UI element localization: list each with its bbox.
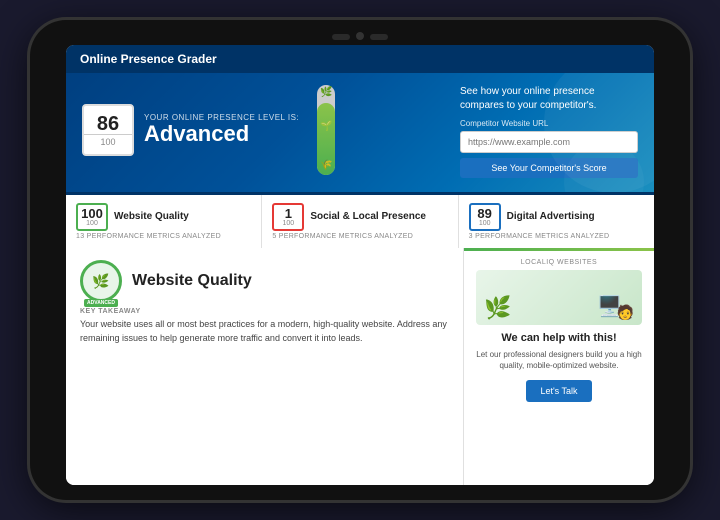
metric-analyzed-digital: 3 Performance Metrics Analyzed — [469, 233, 644, 240]
metric-analyzed-social: 5 Performance Metrics Analyzed — [272, 233, 447, 240]
metric-top-social: 1 100 Social & Local Presence — [272, 203, 447, 231]
metric-denom-website-quality: 100 — [86, 220, 98, 227]
competitor-score-button[interactable]: See Your Competitor's Score — [460, 158, 638, 178]
wq-key-takeaway-label: KEY TAKEAWAY — [80, 308, 449, 315]
overall-score-value: 86 — [97, 114, 119, 134]
hero-right: See how your online presence compares to… — [448, 85, 638, 178]
wq-header: 🌿 ADVANCED Website Quality — [80, 260, 449, 302]
metric-cell-website-quality: 100 100 Website Quality 13 Performance M… — [66, 195, 262, 248]
app-header: Online Presence Grader — [66, 45, 654, 73]
level-container: Your Online Presence Level Is: Advanced — [144, 113, 299, 146]
metric-score-digital: 89 — [477, 207, 491, 220]
app-title: Online Presence Grader — [80, 52, 217, 66]
gauge-container: 🌿 🌱 🌾 — [317, 85, 335, 175]
metrics-row: 100 100 Website Quality 13 Performance M… — [66, 192, 654, 248]
gauge-mid-icon: 🌱 — [320, 121, 332, 132]
promo-image-area: 🌿 🖥️ 🧑 — [476, 270, 642, 325]
tablet-device: Online Presence Grader 86 100 Your Onlin… — [30, 20, 690, 500]
promo-person-icon: 🧑 — [617, 304, 634, 321]
hero-left: 86 100 Your Online Presence Level Is: Ad… — [82, 85, 448, 175]
gauge-track: 🌿 🌱 🌾 — [317, 85, 335, 175]
metric-denom-social: 100 — [282, 220, 294, 227]
metric-top-digital: 89 100 Digital Advertising — [469, 203, 644, 231]
wq-badge-leaf-icon: 🌿 — [92, 273, 109, 290]
metric-top-website-quality: 100 100 Website Quality — [76, 203, 251, 231]
bottom-section: 🌿 ADVANCED Website Quality KEY TAKEAWAY … — [66, 248, 654, 485]
metric-score-website-quality: 100 — [81, 207, 103, 220]
wq-badge: 🌿 ADVANCED — [80, 260, 122, 302]
overall-score-denom: 100 — [84, 134, 132, 147]
overall-score-box: 86 100 — [82, 104, 134, 156]
promo-text: Let our professional designers build you… — [476, 349, 642, 371]
metric-denom-digital: 100 — [479, 220, 491, 227]
competitor-heading: See how your online presence compares to… — [460, 85, 638, 113]
tablet-speaker-right — [370, 34, 388, 40]
tablet-speaker-left — [332, 34, 350, 40]
metric-cell-digital: 89 100 Digital Advertising 3 Performance… — [459, 195, 654, 248]
metric-analyzed-website-quality: 13 Performance Metrics Analyzed — [76, 233, 251, 240]
metric-name-social: Social & Local Presence — [310, 211, 426, 223]
wq-title: Website Quality — [132, 272, 252, 290]
metric-name-digital: Digital Advertising — [507, 211, 595, 223]
promo-heading: We can help with this! — [476, 331, 642, 345]
promo-brand: LOCALIQ WEBSITES — [476, 259, 642, 266]
website-quality-panel: 🌿 ADVANCED Website Quality KEY TAKEAWAY … — [66, 248, 464, 485]
level-value: Advanced — [144, 122, 299, 146]
promo-top-bar — [464, 248, 654, 251]
gauge-top-icon: 🌿 — [320, 87, 332, 98]
gauge-bottom-icon: 🌾 — [320, 160, 332, 171]
tablet-screen: Online Presence Grader 86 100 Your Onlin… — [66, 45, 654, 485]
promo-cta-button[interactable]: Let's Talk — [526, 380, 591, 402]
tablet-camera — [356, 32, 364, 40]
wq-takeaway-text: Your website uses all or most best pract… — [80, 318, 449, 345]
metric-cell-social: 1 100 Social & Local Presence 5 Performa… — [262, 195, 458, 248]
competitor-url-label: Competitor Website URL — [460, 119, 638, 128]
wq-badge-label: ADVANCED — [84, 299, 118, 307]
metric-name-website-quality: Website Quality — [114, 211, 189, 223]
metric-score-social: 1 — [285, 207, 292, 220]
promo-plant-icon: 🌿 — [484, 295, 511, 321]
competitor-url-input[interactable] — [460, 131, 638, 153]
metric-score-box-digital: 89 100 — [469, 203, 501, 231]
metric-score-box-social: 1 100 — [272, 203, 304, 231]
hero-section: 86 100 Your Online Presence Level Is: Ad… — [66, 73, 654, 192]
promo-panel: LOCALIQ WEBSITES 🌿 🖥️ 🧑 We can help with… — [464, 248, 654, 485]
metric-score-box-website-quality: 100 100 — [76, 203, 108, 231]
